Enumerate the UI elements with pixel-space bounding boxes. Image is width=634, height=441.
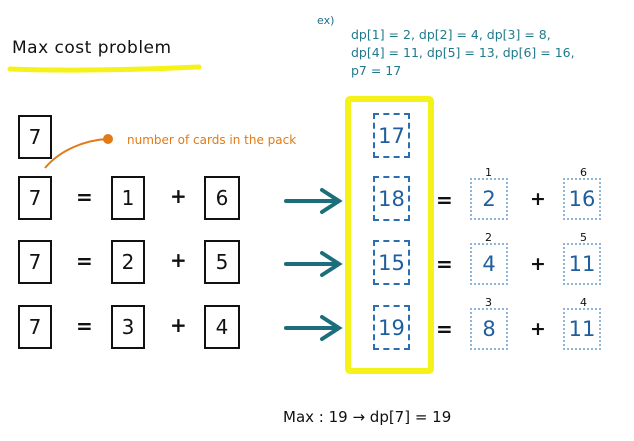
row1-value-b: 16 — [563, 178, 601, 220]
row3-value-a: 8 — [470, 308, 508, 350]
row2-n-box: 7 — [18, 240, 52, 284]
arrow-row-1 — [284, 188, 343, 214]
row1-equals: = — [76, 185, 93, 209]
row2-plus: + — [170, 248, 187, 272]
diagram-canvas: Max cost problem ex) dp[1] = 2, dp[2] = … — [0, 0, 634, 441]
row1-equals-2: = — [436, 188, 453, 212]
example-line-1: dp[1] = 2, dp[2] = 4, dp[3] = 8, — [351, 27, 551, 42]
row3-equals: = — [76, 314, 93, 338]
annotation-connector — [44, 138, 109, 169]
row3-value-b: 11 — [563, 308, 601, 350]
annotation-dot — [103, 134, 113, 144]
row2-value-b: 11 — [563, 243, 601, 285]
row3-b-box: 4 — [204, 305, 240, 349]
annotation-text: number of cards in the pack — [127, 133, 297, 147]
page-title: Max cost problem — [12, 38, 172, 58]
row3-equals-2: = — [436, 317, 453, 341]
total-card-box: 7 — [18, 115, 52, 159]
arrow-row-3 — [284, 315, 343, 341]
example-line-2: dp[4] = 11, dp[5] = 13, dp[6] = 16, — [351, 45, 575, 60]
decorations — [7, 64, 434, 374]
arrow-row-2 — [284, 251, 343, 277]
row2-sum-box: 15 — [373, 240, 410, 285]
row2-a-box: 2 — [111, 240, 145, 284]
row3-sum-box: 19 — [373, 305, 410, 350]
dp-direct-box: 17 — [373, 113, 410, 158]
example-label: ex) — [317, 14, 335, 27]
row3-a-box: 3 — [111, 305, 145, 349]
row3-n-box: 7 — [18, 305, 52, 349]
row1-value-a: 2 — [470, 178, 508, 220]
row2-equals: = — [76, 249, 93, 273]
row1-plus: + — [170, 184, 187, 208]
row1-sum-box: 18 — [373, 176, 410, 221]
result-formula: Max : 19 → dp[7] = 19 — [283, 408, 452, 426]
row1-a-box: 1 — [111, 176, 145, 220]
row1-n-box: 7 — [18, 176, 52, 220]
row2-plus-2: + — [530, 253, 546, 275]
row2-value-a: 4 — [470, 243, 508, 285]
row2-equals-2: = — [436, 252, 453, 276]
row1-plus-2: + — [530, 188, 546, 210]
row3-plus-2: + — [530, 318, 546, 340]
row3-plus: + — [170, 313, 187, 337]
row1-b-box: 6 — [204, 176, 240, 220]
title-underline — [7, 64, 202, 73]
example-line-3: p7 = 17 — [351, 63, 402, 78]
row2-b-box: 5 — [204, 240, 240, 284]
